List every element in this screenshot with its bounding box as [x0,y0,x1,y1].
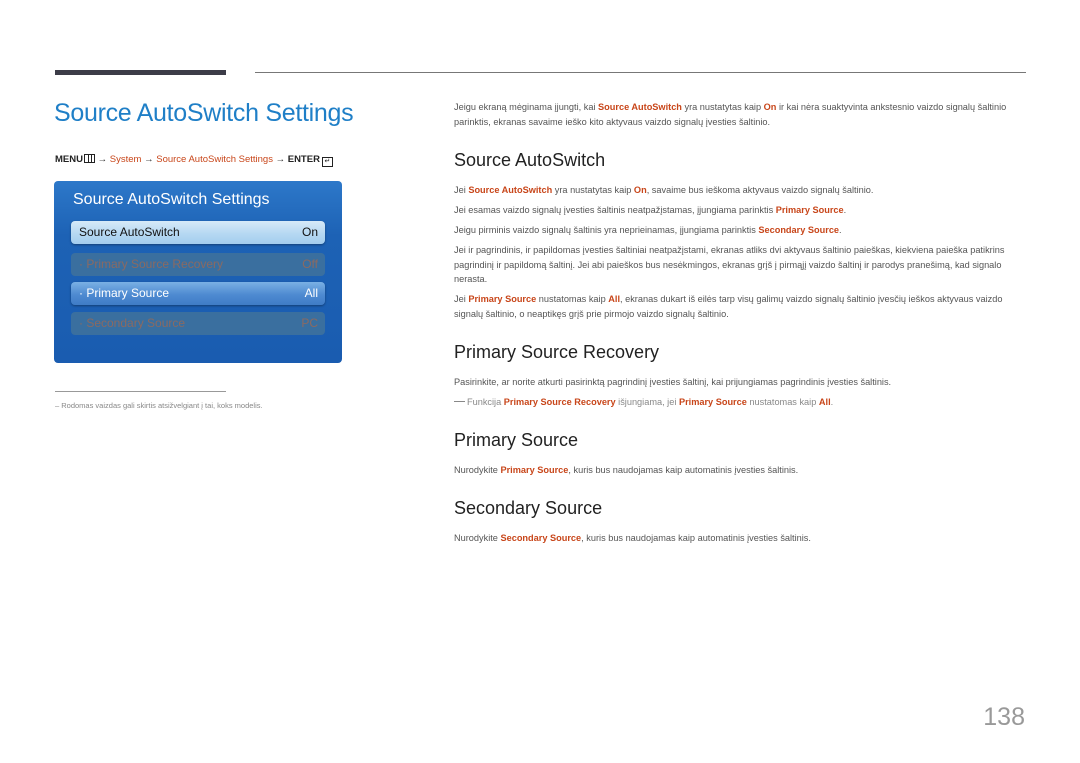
highlight: All [608,294,620,304]
text: . [830,397,834,407]
text: Funkcija [467,397,504,407]
section-heading-autoswitch: Source AutoSwitch [454,150,606,170]
osd-item-value: Off [302,257,318,271]
osd-title: Source AutoSwitch Settings [73,191,270,208]
intro-paragraph: Jeigu ekraną mėginama įjungti, kai Sourc… [454,100,1029,129]
text: nustatomas kaip [746,397,819,407]
text: Nurodykite [454,465,501,475]
osd-item-source-autoswitch[interactable]: Source AutoSwitch On [71,221,325,244]
header-accent-bar [55,70,226,75]
autoswitch-paragraph-1: Jei Source AutoSwitch yra nustatytas kai… [454,183,1029,198]
osd-item-label: Source AutoSwitch [79,225,180,239]
text: Nurodykite [454,533,501,543]
recovery-note: Funkcija Primary Source Recovery išjungi… [454,395,1029,410]
osd-item-primary-source-recovery: · Primary Source Recovery Off [71,253,325,276]
menu-label: MENU [55,154,83,165]
page-title: Source AutoSwitch Settings [54,99,354,127]
section-heading-secondary: Secondary Source [454,498,603,518]
text: . [843,205,847,215]
osd-item-value: All [304,286,318,300]
menu-path-settings: Source AutoSwitch Settings [156,154,273,165]
menu-path: MENU → System → Source AutoSwitch Settin… [55,154,333,167]
autoswitch-paragraph-4: Jei ir pagrindinis, ir papildomas įvesti… [454,245,1005,284]
text: . [839,225,842,235]
highlight: Source AutoSwitch [468,185,553,195]
enter-icon: ↵ [321,157,333,167]
text: yra nustatytas kaip [552,185,634,195]
highlight: Primary Source [468,294,537,304]
text: Jeigu pirminis vaizdo signalų šaltinis y… [454,225,759,235]
text: , kuris bus naudojamas kaip automatinis … [568,465,799,475]
highlight: Primary Source [500,465,569,475]
section-heading-primary: Primary Source [454,430,579,450]
text: Jei [454,294,469,304]
osd-item-value: On [301,225,318,239]
highlight: Primary Source [775,205,844,215]
osd-item-value: PC [301,316,318,330]
text: Jei [454,185,469,195]
arrow: → [97,154,108,165]
footnote-divider [55,391,226,392]
highlight: All [818,397,831,407]
highlight: Primary Source Recovery [503,397,616,407]
osd-item-label: · Secondary Source [79,316,186,330]
autoswitch-paragraph-5: Jei Primary Source nustatomas kaip All, … [454,292,1029,321]
highlight: Source AutoSwitch [598,102,682,112]
arrow: → [144,154,154,165]
text: , kuris bus naudojamas kaip automatinis … [581,533,811,543]
highlight: Primary Source [678,397,747,407]
primary-paragraph: Nurodykite Primary Source, kuris bus nau… [454,463,1029,478]
page-number: 138 [983,703,1025,731]
text: nustatomas kaip [536,294,609,304]
autoswitch-paragraph-2: Jei esamas vaizdo signalų įvesties šalti… [454,203,1029,218]
text: Jeigu ekraną mėginama įjungti, kai [454,102,599,112]
highlight: Secondary Source [758,225,840,235]
text: , savaime bus ieškoma aktyvaus vaizdo si… [646,185,874,195]
osd-item-primary-source[interactable]: · Primary Source All [71,282,325,305]
arrow: → [275,154,286,165]
text: yra nustatytas kaip [681,102,764,112]
section-heading-recovery: Primary Source Recovery [454,342,660,362]
autoswitch-paragraph-3: Jeigu pirminis vaizdo signalų šaltinis y… [454,223,1029,238]
menu-icon [83,154,95,163]
recovery-paragraph: Pasirinkite, ar norite atkurti pasirinkt… [454,377,892,387]
osd-item-label: · Primary Source Recovery [79,257,224,271]
highlight: On [763,102,777,112]
menu-path-system: System [109,154,142,165]
enter-label: ENTER [287,154,320,165]
secondary-paragraph: Nurodykite Secondary Source, kuris bus n… [454,531,1029,546]
note-dash-icon [454,401,465,402]
highlight: On [633,185,647,195]
text: išjungiama, jei [615,397,679,407]
osd-menu-panel: Source AutoSwitch Settings Source AutoSw… [54,181,342,363]
footnote: – Rodomas vaizdas gali skirtis atsižvelg… [55,401,263,410]
osd-item-label: · Primary Source [79,286,170,300]
text: Jei esamas vaizdo signalų įvesties šalti… [454,205,776,215]
osd-item-secondary-source: · Secondary Source PC [71,312,325,335]
highlight: Secondary Source [500,533,582,543]
header-rule [255,72,1026,73]
